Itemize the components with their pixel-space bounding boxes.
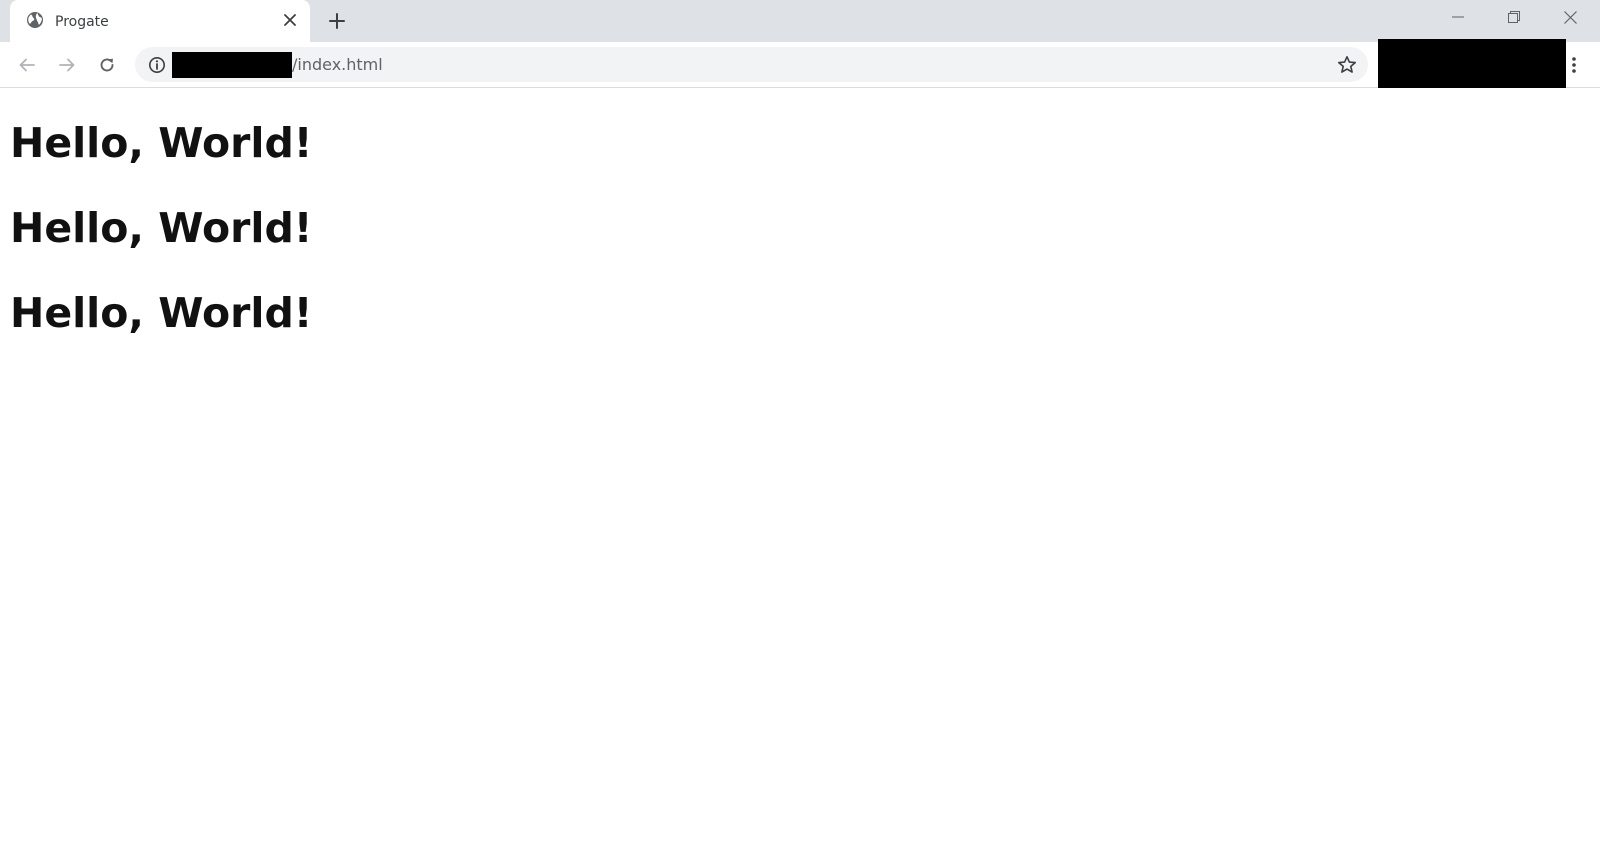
tab-progate[interactable]: Progate	[10, 0, 310, 42]
arrow-left-icon[interactable]	[13, 51, 41, 79]
star-icon[interactable]	[1335, 53, 1359, 77]
page-heading: Hello, World!	[10, 119, 313, 167]
info-icon[interactable]	[147, 55, 166, 74]
redacted-host	[172, 52, 292, 78]
page-heading: Hello, World!	[10, 204, 313, 252]
restore-icon[interactable]	[1486, 0, 1542, 34]
kebab-menu-icon[interactable]	[1560, 51, 1588, 79]
tab-title: Progate	[55, 14, 109, 30]
minimize-icon[interactable]	[1430, 0, 1486, 34]
tab-strip: Progate	[0, 0, 1600, 42]
page-content: Hello, World! Hello, World! Hello, World…	[0, 88, 1600, 850]
reload-icon[interactable]	[93, 51, 121, 79]
url-text: /index.html	[292, 55, 383, 74]
browser-window: Progate /index.html Hello, World! Hello,…	[0, 0, 1600, 850]
globe-icon	[26, 11, 44, 29]
browser-toolbar: /index.html	[0, 39, 1600, 89]
close-icon[interactable]	[280, 10, 300, 30]
page-heading: Hello, World!	[10, 289, 313, 337]
address-bar[interactable]: /index.html	[135, 47, 1368, 82]
plus-icon[interactable]	[326, 10, 348, 32]
close-icon[interactable]	[1542, 0, 1598, 34]
redacted-profile-area	[1378, 39, 1566, 89]
arrow-right-icon[interactable]	[53, 51, 81, 79]
